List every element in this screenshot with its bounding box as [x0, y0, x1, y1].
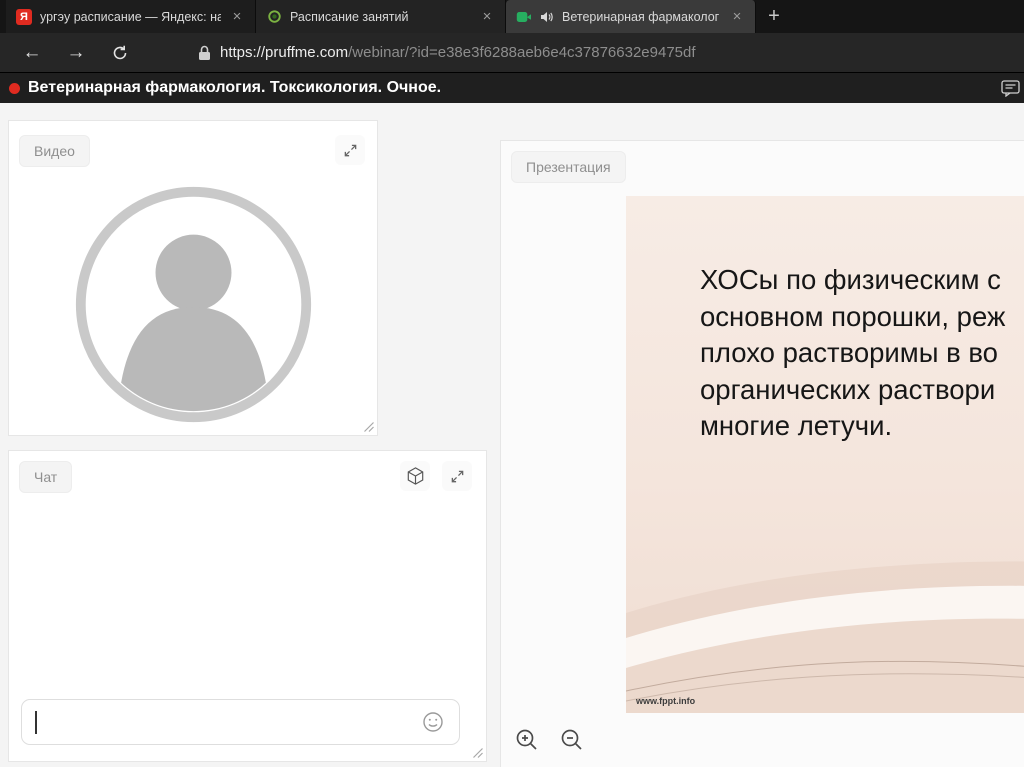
browser-window: Я ургэу расписание — Яндекс: на × Распис…	[0, 0, 1024, 767]
slide-footer-watermark: www.fppt.info	[636, 696, 696, 706]
back-button[interactable]: ←	[19, 40, 45, 66]
tab-strip: Я ургэу расписание — Яндекс: на × Распис…	[0, 0, 1024, 33]
presentation-zoom-controls	[513, 726, 586, 754]
url-domain: https://pruffme.com	[220, 44, 349, 61]
cube-icon	[407, 467, 423, 485]
lock-icon	[198, 45, 211, 61]
new-tab-button[interactable]: +	[756, 0, 792, 33]
chat-resize-handle[interactable]	[471, 746, 483, 758]
expand-icon	[344, 144, 356, 156]
smiley-icon	[423, 712, 443, 732]
video-resize-handle[interactable]	[362, 420, 374, 432]
zoom-out-button[interactable]	[558, 726, 586, 754]
tab-close-icon[interactable]: ×	[479, 8, 495, 25]
tab-title: Расписание занятий	[290, 9, 409, 24]
video-expand-button[interactable]	[335, 135, 365, 165]
browser-tab-webinar-active[interactable]: Ветеринарная фармаколог ×	[506, 0, 756, 33]
chat-messages-area	[9, 501, 486, 689]
url-text: https://pruffme.com/webinar/?id=e38e3f62…	[220, 44, 696, 61]
forward-button[interactable]: →	[63, 40, 89, 66]
schedule-favicon-icon	[266, 9, 282, 25]
presentation-slide: ХОСы по физическим с основном порошки, р…	[626, 196, 1024, 713]
tab-title: Ветеринарная фармаколог	[562, 9, 720, 24]
recording-indicator-icon	[9, 82, 20, 94]
browser-tab-yandex-search[interactable]: Я ургэу расписание — Яндекс: на ×	[6, 0, 256, 33]
video-panel-label: Видео	[19, 135, 90, 167]
header-chat-icon[interactable]	[1001, 80, 1020, 102]
chat-panel-label: Чат	[19, 461, 73, 493]
chat-panel: Чат	[8, 450, 487, 762]
address-bar[interactable]: https://pruffme.com/webinar/?id=e38e3f62…	[198, 44, 696, 61]
url-path: /webinar/?id=e38e3f6288aeb6e4c37876632e9…	[348, 44, 696, 61]
presentation-panel: Презентация ХОСы по физическим с основно…	[500, 140, 1024, 767]
tab-audio-icon[interactable]	[540, 11, 554, 23]
tab-title: ургэу расписание — Яндекс: на	[40, 9, 221, 24]
avatar	[71, 182, 316, 427]
chat-input[interactable]	[22, 700, 459, 744]
slide-swoosh-decoration	[626, 561, 1024, 713]
expand-icon	[451, 470, 463, 482]
tab-close-icon[interactable]: ×	[729, 8, 745, 25]
chat-expand-button[interactable]	[442, 461, 472, 491]
yandex-favicon-icon: Я	[16, 8, 32, 25]
presentation-panel-label: Презентация	[511, 151, 626, 183]
slide-text: ХОСы по физическим с основном порошки, р…	[700, 264, 1006, 441]
zoom-in-icon	[516, 729, 537, 750]
tab-close-icon[interactable]: ×	[229, 8, 245, 25]
browser-toolbar: ← → https://pruffme.com/webinar/?id=e38e…	[0, 33, 1024, 72]
zoom-in-button[interactable]	[513, 726, 541, 754]
webinar-header: Ветеринарная фармакология. Токсикология.…	[0, 72, 1024, 103]
webinar-content: Видео Чат Презентация ХОСы по физическим…	[0, 103, 1024, 767]
zoom-out-icon	[561, 729, 582, 750]
webinar-title: Ветеринарная фармакология. Токсикология.…	[28, 79, 442, 96]
refresh-button[interactable]	[107, 40, 133, 66]
webinar-favicon-icon	[516, 9, 532, 25]
chat-input-row	[21, 699, 460, 745]
video-panel: Видео	[8, 120, 378, 436]
browser-tab-schedule[interactable]: Расписание занятий ×	[256, 0, 506, 33]
chat-cube-button[interactable]	[400, 461, 430, 491]
emoji-button[interactable]	[420, 709, 446, 735]
